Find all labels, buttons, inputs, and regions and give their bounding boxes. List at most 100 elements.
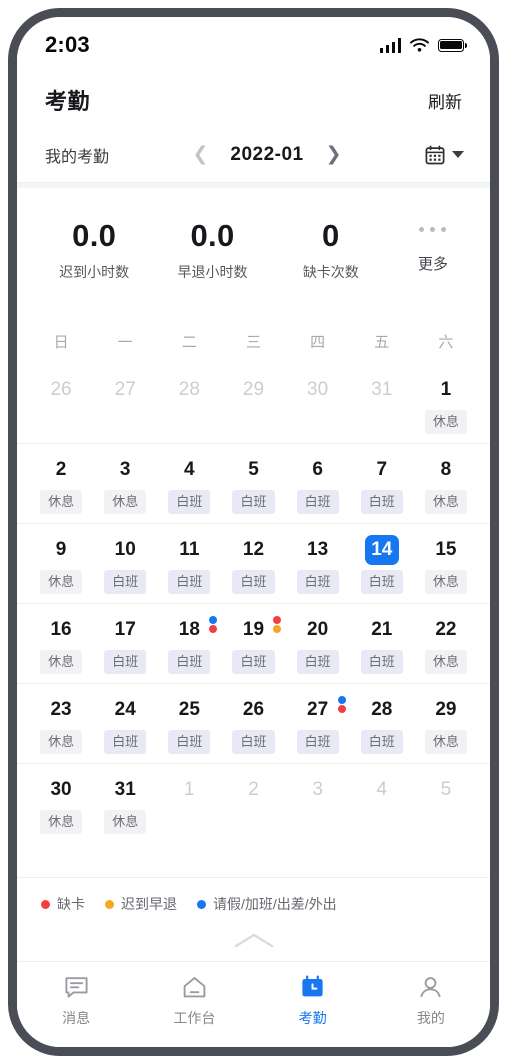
shift-tag: 休息 [40,570,83,594]
calendar-day-cell[interactable]: 30 休息 [29,764,93,843]
stat-label: 迟到小时数 [59,264,130,281]
day-number-wrap: 28 [172,375,206,405]
tab-mine[interactable]: 我的 [372,974,490,1028]
more-stats-button[interactable]: 更多 [390,227,476,274]
status-dot-blue [209,616,218,624]
calendar-day-cell[interactable]: 6 白班 [286,444,350,523]
tab-workbench[interactable]: 工作台 [135,974,253,1028]
stat-value: 0.0 [190,217,235,253]
calendar-day-cell[interactable]: 17 白班 [93,604,157,683]
calendar-day-cell[interactable]: 14 白班 [350,524,414,603]
calendar-day-cell[interactable]: 21 白班 [350,604,414,683]
day-number-wrap: 2 [44,455,78,485]
app-screen: 2:03 考勤 刷新 我的考勤 ❮ 2022-01 ❯ 0.0 迟到小时数 0.… [17,17,490,1047]
day-number-wrap: 3 [301,775,335,805]
calendar-day-cell[interactable]: 9 休息 [29,524,93,603]
collapse-calendar-button[interactable] [17,924,490,961]
calendar-day-cell[interactable]: 8 休息 [414,444,478,523]
shift-tag: 休息 [424,570,467,594]
phone-device: 2:03 考勤 刷新 我的考勤 ❮ 2022-01 ❯ 0.0 迟到小时数 0.… [0,0,507,1064]
calendar-day-cell[interactable]: 12 白班 [221,524,285,603]
day-number-wrap: 10 [108,535,142,565]
calendar-day-cell[interactable]: 1 休息 [414,364,478,443]
stat-early-leave-hours[interactable]: 0.0 早退小时数 [153,217,271,282]
legend-dot [41,899,50,909]
calendar-day-cell[interactable]: 5 白班 [221,444,285,523]
day-number-wrap: 3 [108,455,142,485]
calendar-day-cell[interactable]: 25 白班 [157,684,221,763]
shift-tag: 白班 [232,490,275,514]
calendar-day-cell[interactable]: 29 休息 [414,684,478,763]
refresh-button[interactable]: 刷新 [428,88,462,113]
calendar-day-cell[interactable]: 15 休息 [414,524,478,603]
day-number: 23 [50,699,72,720]
calendar-day-cell[interactable]: 4 白班 [157,444,221,523]
calendar-day-cell[interactable]: 19 白班 [221,604,285,683]
calendar-day-cell[interactable]: 13 白班 [286,524,350,603]
calendar-day-cell[interactable]: 27 白班 [286,684,350,763]
day-number-wrap: 4 [172,455,206,485]
month-navigation: ❮ 2022-01 ❯ [109,144,425,166]
calendar-day-cell[interactable]: 31 休息 [93,764,157,843]
calendar-week-row: 16 休息 17 白班 18 白班 19 白班 20 白班 21 白班 22 休息 [17,603,490,683]
shift-tag: 休息 [424,410,467,434]
calendar-day-cell[interactable]: 26 白班 [221,684,285,763]
tab-attendance[interactable]: 考勤 [254,974,372,1028]
stat-missing-punch-count[interactable]: 0 缺卡次数 [272,217,390,282]
stat-value: 0 [322,217,340,253]
shift-tag: 白班 [168,570,211,594]
day-number-wrap: 17 [108,615,142,645]
calendar-day-cell[interactable]: 22 休息 [414,604,478,683]
day-number: 18 [178,619,200,640]
day-number-wrap: 16 [44,615,78,645]
day-number-wrap: 29 [236,375,270,405]
day-number-wrap: 30 [301,375,335,405]
day-number: 15 [435,539,457,560]
shift-tag: 白班 [232,730,275,754]
calendar-day-cell[interactable]: 7 白班 [350,444,414,523]
day-number: 24 [114,699,136,720]
stat-late-hours[interactable]: 0.0 迟到小时数 [35,218,153,282]
calendar-day-cell[interactable]: 23 休息 [29,684,93,763]
day-number: 25 [178,699,200,720]
day-number: 27 [114,379,136,400]
calendar-day-cell: 4 [350,764,414,843]
calendar-day-cell: 30 [286,364,350,443]
shift-tag: 休息 [40,650,83,674]
chevron-left-icon[interactable]: ❮ [192,145,208,164]
shift-tag: 休息 [40,490,83,514]
day-number: 31 [371,379,393,400]
signal-bars-icon [379,37,401,53]
tab-messages[interactable]: 消息 [17,974,135,1028]
chevron-right-icon[interactable]: ❯ [326,145,342,164]
legend-item-missing-punch: 缺卡 [41,894,85,914]
stat-label: 早退小时数 [177,264,248,281]
day-number: 19 [242,619,265,640]
calendar-week-row: 2 休息 3 休息 4 白班 5 白班 6 白班 7 白班 8 休息 [17,443,490,523]
shift-tag: 休息 [104,810,147,834]
day-number: 20 [307,619,329,640]
calendar-day-cell[interactable]: 20 白班 [286,604,350,683]
status-dot-red [273,616,282,624]
legend-dot [197,899,206,909]
shift-tag: 休息 [424,730,467,754]
calendar-day-cell[interactable]: 24 白班 [93,684,157,763]
legend-label: 缺卡 [57,896,85,912]
calendar-day-cell[interactable]: 28 白班 [350,684,414,763]
tab-label: 消息 [62,1010,91,1026]
calendar-day-cell[interactable]: 18 白班 [157,604,221,683]
stats-summary: 0.0 迟到小时数 0.0 早退小时数 0 缺卡次数 更多 [17,183,490,313]
calendar-view-toggle[interactable] [425,144,464,165]
calendar-day-cell[interactable]: 16 休息 [29,604,93,683]
shift-tag: 白班 [296,490,339,514]
calendar-day-cell: 3 [286,764,350,843]
calendar-day-cell[interactable]: 3 休息 [93,444,157,523]
calendar-day-cell[interactable]: 11 白班 [157,524,221,603]
calendar-week-row: 9 休息 10 白班 11 白班 12 白班 13 白班 14 白班 15 休息 [17,523,490,603]
shift-tag: 白班 [360,650,403,674]
day-number: 29 [435,699,457,720]
calendar-day-cell[interactable]: 10 白班 [93,524,157,603]
day-number-wrap: 26 [44,375,78,405]
calendar-day-cell[interactable]: 2 休息 [29,444,93,523]
day-number: 12 [242,539,265,560]
